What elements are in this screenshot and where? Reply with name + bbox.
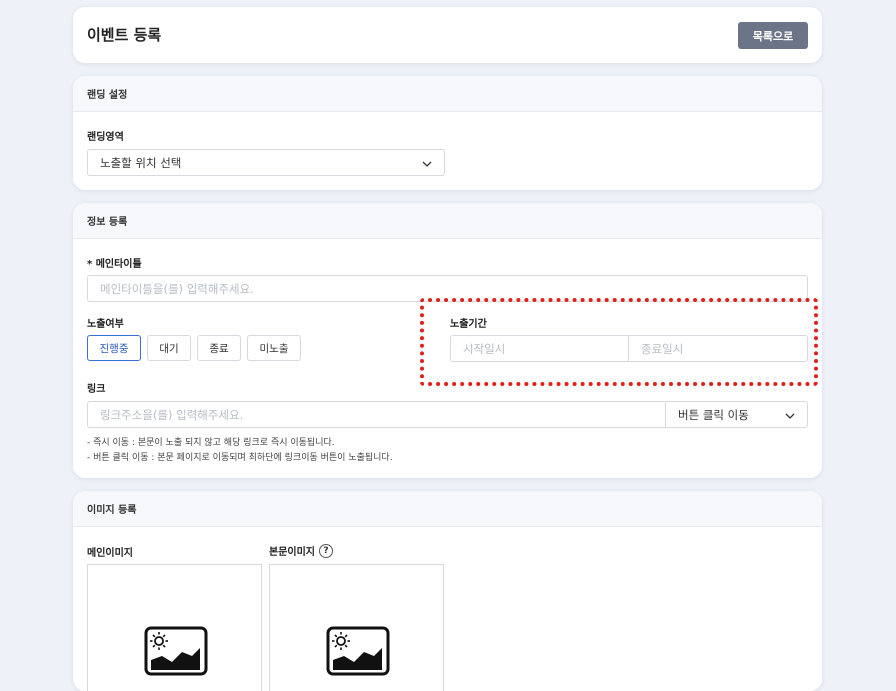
- image-section-title: 이미지 등록: [73, 491, 822, 527]
- landing-area-label: 랜딩영역: [87, 132, 124, 143]
- landing-section-title: 랜딩 설정: [73, 76, 822, 112]
- main-image-label: 메인이미지: [87, 548, 133, 559]
- end-date-input[interactable]: 종료일시: [628, 335, 808, 362]
- help-question-icon[interactable]: ?: [319, 543, 333, 558]
- status-hidden-button[interactable]: 미노출: [247, 335, 301, 361]
- status-ended-button[interactable]: 종료: [197, 335, 241, 361]
- status-in-progress-button[interactable]: 진행중: [87, 335, 141, 361]
- image-placeholder-icon: [144, 626, 208, 676]
- main-title-input[interactable]: 메인타이틀을(를) 입력해주세요.: [87, 275, 808, 302]
- exposure-label: 노출여부: [87, 319, 124, 330]
- back-to-list-button[interactable]: 목록으로: [738, 22, 808, 49]
- body-image-label: 본문이미지: [269, 547, 315, 558]
- status-waiting-button[interactable]: 대기: [147, 335, 191, 361]
- start-date-input[interactable]: 시작일시: [450, 335, 629, 362]
- header-card: 이벤트 등록 목록으로: [73, 7, 822, 63]
- landing-area-select-value: 노출할 위치 선택: [100, 155, 182, 170]
- info-registration-card: 정보 등록 * 메인타이틀 메인타이틀을(를) 입력해주세요. 노출여부 진행중…: [73, 203, 822, 478]
- page-title: 이벤트 등록: [87, 26, 162, 44]
- link-url-placeholder: 링크주소을(를) 입력해주세요.: [100, 407, 244, 422]
- image-placeholder-icon: [326, 626, 390, 676]
- link-mode-select[interactable]: 버튼 클릭 이동: [665, 401, 808, 428]
- period-label: 노출기간: [450, 319, 487, 330]
- link-help-immediate: - 즉시 이동 : 본문이 노출 되지 않고 해당 링크로 즉시 이동됩니다.: [87, 438, 335, 448]
- landing-area-select[interactable]: 노출할 위치 선택: [87, 149, 445, 176]
- end-date-placeholder: 종료일시: [641, 341, 684, 356]
- image-registration-card: 이미지 등록 메인이미지 본문이미지 ?: [73, 491, 822, 691]
- main-title-placeholder: 메인타이틀을(를) 입력해주세요.: [100, 281, 254, 296]
- link-mode-select-value: 버튼 클릭 이동: [678, 407, 749, 422]
- info-section-title: 정보 등록: [73, 203, 822, 239]
- link-url-input[interactable]: 링크주소을(를) 입력해주세요.: [87, 401, 666, 428]
- landing-settings-card: 랜딩 설정 랜딩영역 노출할 위치 선택: [73, 76, 822, 190]
- main-title-label: * 메인타이틀: [87, 259, 142, 270]
- body-image-label-wrap: 본문이미지 ?: [269, 543, 333, 558]
- chevron-down-icon: [785, 408, 795, 422]
- link-label: 링크: [87, 384, 106, 395]
- link-help-button: - 버튼 클릭 이동 : 본문 페이지로 이동되며 최하단에 링크이동 버튼이 …: [87, 453, 393, 463]
- start-date-placeholder: 시작일시: [463, 341, 506, 356]
- chevron-down-icon: [422, 156, 432, 170]
